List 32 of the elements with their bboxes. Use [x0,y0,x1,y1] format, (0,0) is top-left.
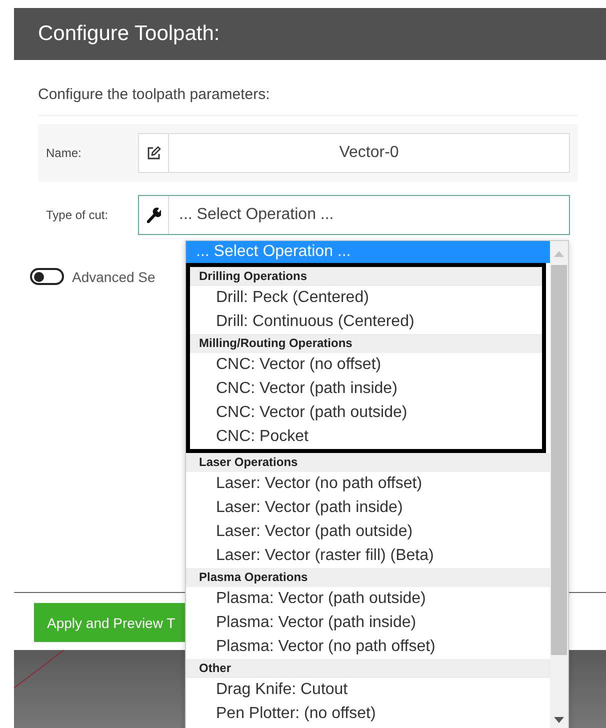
dropdown-option[interactable]: Drill: Continuous (Centered) [190,310,542,334]
group-header: Other [186,659,550,678]
group-header: Laser Operations [186,453,550,472]
field-label: Type of cut: [46,208,110,222]
subtitle: Configure the toolpath parameters: [38,86,271,103]
dropdown-option[interactable]: CNC: Vector (path inside) [190,377,542,401]
scrollbar[interactable] [550,241,568,728]
group-header: Plasma Operations [186,568,550,587]
input-field[interactable]: Vector-0 [138,133,570,173]
dialog-title: Configure Toolpath: [38,22,220,46]
field-label: Name: [46,146,82,160]
dropdown-option[interactable]: CNC: Vector (no offset) [190,353,542,377]
dropdown-option[interactable]: Laser: Vector (no path offset) [186,472,550,496]
dropdown-option[interactable]: Laser: Vector (raster fill) (Beta) [186,544,550,568]
dropdown-option[interactable]: Pen Plotter: (no offset) [186,702,550,726]
dropdown-option[interactable]: Drag Knife: Cutout [186,678,550,702]
edit-icon [146,146,160,160]
dropdown-option[interactable]: CNC: Pocket [190,425,542,449]
scroll-down-icon[interactable] [554,717,564,723]
path-line [14,650,64,688]
select-field[interactable]: ... Select Operation ... [138,195,570,235]
group-header: Drilling Operations [190,267,542,286]
wrench-icon [146,207,160,223]
toggle-switch[interactable] [30,268,64,285]
scroll-up-icon[interactable] [554,251,564,257]
toggle-label: Advanced Se [72,268,156,284]
dropdown-option[interactable]: Laser: Vector (path inside) [186,496,550,520]
scrollbar-thumb[interactable] [551,265,567,655]
dropdown-option[interactable]: CNC: Vector (path outside) [190,401,542,425]
dropdown-option[interactable]: Laser: Vector (path outside) [186,520,550,544]
dropdown-option[interactable]: Drill: Peck (Centered) [190,286,542,310]
group-header: Milling/Routing Operations [190,334,542,353]
